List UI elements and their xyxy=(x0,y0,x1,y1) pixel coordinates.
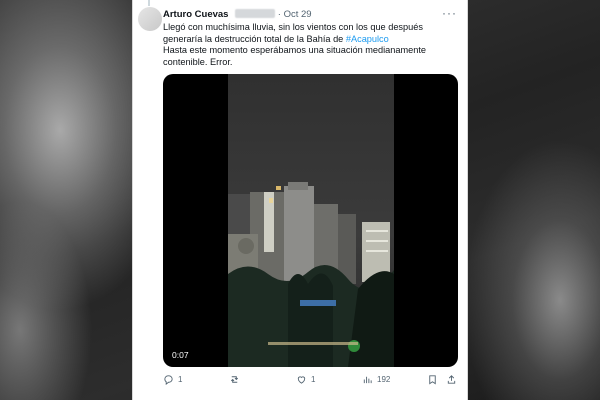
hashtag-link[interactable]: #Acapulco xyxy=(346,34,389,44)
reply-button[interactable]: 1 xyxy=(163,374,182,385)
repost-button[interactable] xyxy=(229,374,244,385)
heart-icon xyxy=(297,376,306,384)
author-name[interactable]: Arturo Cuevas xyxy=(163,9,228,20)
avatar[interactable] xyxy=(138,7,162,31)
more-options-icon[interactable]: ··· xyxy=(442,6,457,20)
tweet-date[interactable]: Oct 29 xyxy=(284,9,312,20)
views-count: 192 xyxy=(377,375,391,384)
video-player[interactable]: 0:07 xyxy=(163,74,458,367)
bookmark-icon xyxy=(429,375,436,385)
views-button[interactable]: 192 xyxy=(362,374,390,385)
bookmark-button[interactable] xyxy=(427,374,438,385)
like-count: 1 xyxy=(311,375,316,384)
tweet-card: Arturo Cuevas · Oct 29 ··· Llegó con muc… xyxy=(132,0,468,400)
share-button[interactable] xyxy=(446,374,457,385)
tweet-actions: 1 1 192 xyxy=(163,374,458,388)
night-city-video-still xyxy=(228,74,394,367)
tweet-text: Llegó con muchísima lluvia, sin los vien… xyxy=(163,22,461,68)
share-icon xyxy=(447,375,456,384)
reply-icon xyxy=(164,375,173,385)
tweet-text-line2: Hasta este momento esperábamos una situa… xyxy=(163,45,427,67)
video-frame xyxy=(228,74,394,367)
video-timestamp: 0:07 xyxy=(169,349,192,361)
reply-count: 1 xyxy=(178,375,183,384)
repost-icon xyxy=(230,376,239,383)
tweet-header: Arturo Cuevas · Oct 29 ··· xyxy=(163,6,457,23)
redacted-handle xyxy=(235,9,276,18)
views-chart-icon xyxy=(363,376,372,384)
thread-line xyxy=(148,0,150,6)
like-button[interactable]: 1 xyxy=(296,374,315,385)
separator-dot: · xyxy=(277,9,281,20)
